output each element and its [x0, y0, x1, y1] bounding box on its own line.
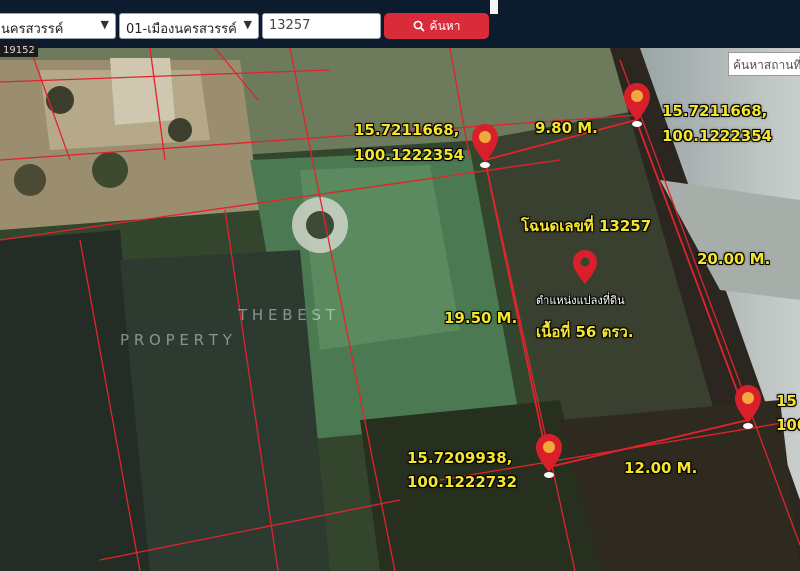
search-button-label: ค้นหา — [429, 18, 461, 33]
area-label: เนื้อที่ 56 ตรว. — [536, 323, 634, 341]
district-select-value: 01-เมืองนครสวรรค์ — [126, 22, 237, 37]
district-select[interactable]: 01-เมืองนครสวรรค์ ▼ — [119, 13, 259, 39]
search-icon — [413, 20, 425, 32]
deed-number-input[interactable]: 13257 — [262, 13, 381, 39]
watermark-line1: T H E B E S T — [238, 306, 335, 324]
place-search-input[interactable]: ค้นหาสถานที่ — [728, 52, 800, 76]
watermark-line2: P R O P E R T Y — [120, 331, 232, 349]
side-length-left: 19.50 M. — [444, 309, 518, 327]
coord-top-left-lat: 15.7211668, — [354, 121, 460, 139]
coord-bottom-left-lat: 15.7209938, — [407, 449, 513, 467]
search-button[interactable]: ค้นหา — [384, 13, 489, 39]
coord-bottom-right-lat: 15 — [776, 392, 797, 410]
coord-bottom-right-lon: 100 — [776, 416, 800, 434]
coord-top-left-lon: 100.1222354 — [354, 146, 465, 164]
province-select-value: นครสวรรค์ — [1, 22, 64, 37]
parcel-position-caption: ตำแหน่งแปลงที่ดิน — [536, 294, 625, 307]
chevron-down-icon: ▼ — [100, 18, 109, 31]
side-length-bottom: 12.00 M. — [624, 459, 698, 477]
side-length-right: 20.00 M. — [697, 250, 771, 268]
province-select[interactable]: นครสวรรค์ ▼ — [0, 13, 116, 39]
chevron-down-icon: ▼ — [243, 18, 252, 31]
coord-top-right-lon: 100.1222354 — [662, 127, 773, 145]
side-length-top: 9.80 M. — [535, 119, 598, 137]
coord-top-right-lat: 15.7211668, — [662, 102, 768, 120]
deed-title: โฉนดเลขที่ 13257 — [521, 217, 652, 235]
satellite-map[interactable] — [0, 0, 800, 571]
parcel-id-tag: 19152 — [0, 44, 38, 57]
coord-bottom-left-lon: 100.1222732 — [407, 473, 518, 491]
toolbar-edge — [490, 0, 498, 14]
